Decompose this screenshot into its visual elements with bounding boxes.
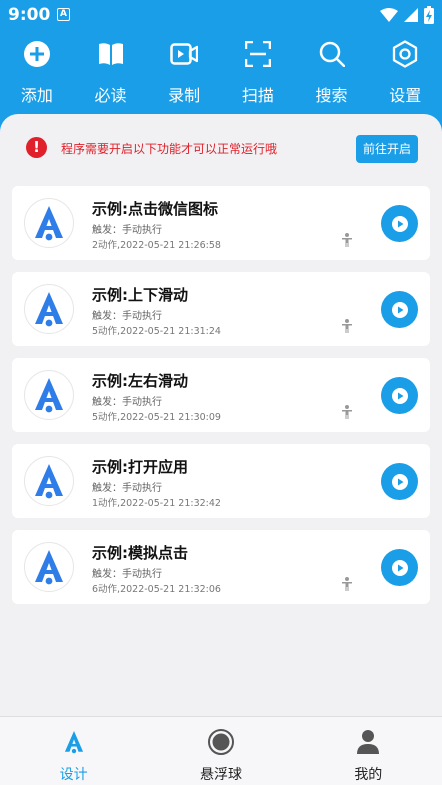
play-button[interactable] xyxy=(381,377,418,414)
script-trigger: 触发：手动执行 xyxy=(92,225,162,236)
tab-design[interactable]: 设计 xyxy=(0,717,147,785)
notification-icon: A xyxy=(57,8,70,21)
play-button[interactable] xyxy=(381,549,418,586)
app-logo-icon xyxy=(24,542,74,592)
app-screen: 9:00 A 添加 必读 录制 扫描 搜索 设置 ! 程序需要开启以下功能才可以… xyxy=(0,0,442,785)
add-icon xyxy=(21,38,53,70)
person-icon xyxy=(342,319,352,333)
script-meta: 6动作,2022-05-21 21:32:06 xyxy=(92,584,221,595)
status-time: 9:00 xyxy=(8,5,51,25)
enable-permissions-button[interactable]: 前往开启 xyxy=(356,135,418,163)
play-button[interactable] xyxy=(381,291,418,328)
permission-notice: ! 程序需要开启以下功能才可以正常运行哦 前往开启 xyxy=(12,130,430,166)
script-trigger: 触发：手动执行 xyxy=(92,311,162,322)
script-trigger: 触发：手动执行 xyxy=(92,569,162,580)
add-button[interactable]: 添加 xyxy=(0,34,74,106)
script-card[interactable]: 示例:左右滑动 触发：手动执行 5动作,2022-05-21 21:30:09 xyxy=(12,358,430,432)
search-icon xyxy=(316,38,348,70)
script-card[interactable]: 示例:上下滑动 触发：手动执行 5动作,2022-05-21 21:31:24 xyxy=(12,272,430,346)
tab-design-label: 设计 xyxy=(59,767,88,783)
script-title: 示例:上下滑动 xyxy=(92,286,188,304)
app-logo-icon xyxy=(24,284,74,334)
script-card[interactable]: 示例:模拟点击 触发：手动执行 6动作,2022-05-21 21:32:06 xyxy=(12,530,430,604)
script-trigger: 触发：手动执行 xyxy=(92,483,162,494)
tab-floating-ball[interactable]: 悬浮球 xyxy=(147,717,294,785)
battery-icon xyxy=(424,6,434,24)
tab-floating-ball-label: 悬浮球 xyxy=(199,767,242,783)
scan-label: 扫描 xyxy=(241,86,274,105)
script-meta: 5动作,2022-05-21 21:30:09 xyxy=(92,412,221,423)
play-button[interactable] xyxy=(381,205,418,242)
play-icon xyxy=(391,473,408,490)
play-icon xyxy=(391,559,408,576)
video-record-icon xyxy=(168,38,200,70)
script-card[interactable]: 示例:打开应用 触发：手动执行 1动作,2022-05-21 21:32:42 xyxy=(12,444,430,518)
record-label: 录制 xyxy=(168,86,201,105)
script-title: 示例:打开应用 xyxy=(92,458,188,476)
play-icon xyxy=(391,387,408,404)
signal-icon xyxy=(404,8,418,22)
person-icon xyxy=(342,405,352,419)
record-button[interactable]: 录制 xyxy=(147,34,221,106)
design-icon xyxy=(60,728,88,756)
script-meta: 1动作,2022-05-21 21:32:42 xyxy=(92,498,221,509)
status-bar: 9:00 A xyxy=(0,0,442,30)
script-card[interactable]: 示例:点击微信图标 触发：手动执行 2动作,2022-05-21 21:26:5… xyxy=(12,186,430,260)
person-icon xyxy=(342,233,352,247)
app-logo-icon xyxy=(24,370,74,420)
profile-icon xyxy=(354,728,382,756)
floating-ball-icon xyxy=(207,728,235,756)
search-label: 搜索 xyxy=(315,86,348,105)
notice-text: 程序需要开启以下功能才可以正常运行哦 xyxy=(61,142,278,156)
book-icon xyxy=(95,38,127,70)
script-title: 示例:点击微信图标 xyxy=(92,200,218,218)
app-logo-icon xyxy=(24,198,74,248)
script-title: 示例:模拟点击 xyxy=(92,544,188,562)
top-toolbar: 添加 必读 录制 扫描 搜索 设置 xyxy=(0,34,442,106)
script-trigger: 触发：手动执行 xyxy=(92,397,162,408)
wifi-icon xyxy=(380,8,398,22)
scan-icon xyxy=(242,38,274,70)
script-meta: 5动作,2022-05-21 21:31:24 xyxy=(92,326,221,337)
play-icon xyxy=(391,301,408,318)
settings-icon xyxy=(389,38,421,70)
script-meta: 2动作,2022-05-21 21:26:58 xyxy=(92,240,221,251)
tab-profile[interactable]: 我的 xyxy=(295,717,442,785)
settings-label: 设置 xyxy=(389,86,422,105)
app-logo-icon xyxy=(24,456,74,506)
person-icon xyxy=(342,577,352,591)
tab-profile-label: 我的 xyxy=(354,767,383,783)
add-label: 添加 xyxy=(20,86,53,105)
warning-icon: ! xyxy=(26,137,47,158)
bottom-nav: 设计 悬浮球 我的 xyxy=(0,716,442,785)
must-read-label: 必读 xyxy=(94,86,127,105)
search-button[interactable]: 搜索 xyxy=(295,34,369,106)
status-indicators xyxy=(380,6,434,24)
script-title: 示例:左右滑动 xyxy=(92,372,188,390)
main-content: ! 程序需要开启以下功能才可以正常运行哦 前往开启 示例:点击微信图标 触发：手… xyxy=(0,114,442,716)
play-icon xyxy=(391,215,408,232)
scan-button[interactable]: 扫描 xyxy=(221,34,295,106)
play-button[interactable] xyxy=(381,463,418,500)
settings-button[interactable]: 设置 xyxy=(368,34,442,106)
must-read-button[interactable]: 必读 xyxy=(74,34,148,106)
